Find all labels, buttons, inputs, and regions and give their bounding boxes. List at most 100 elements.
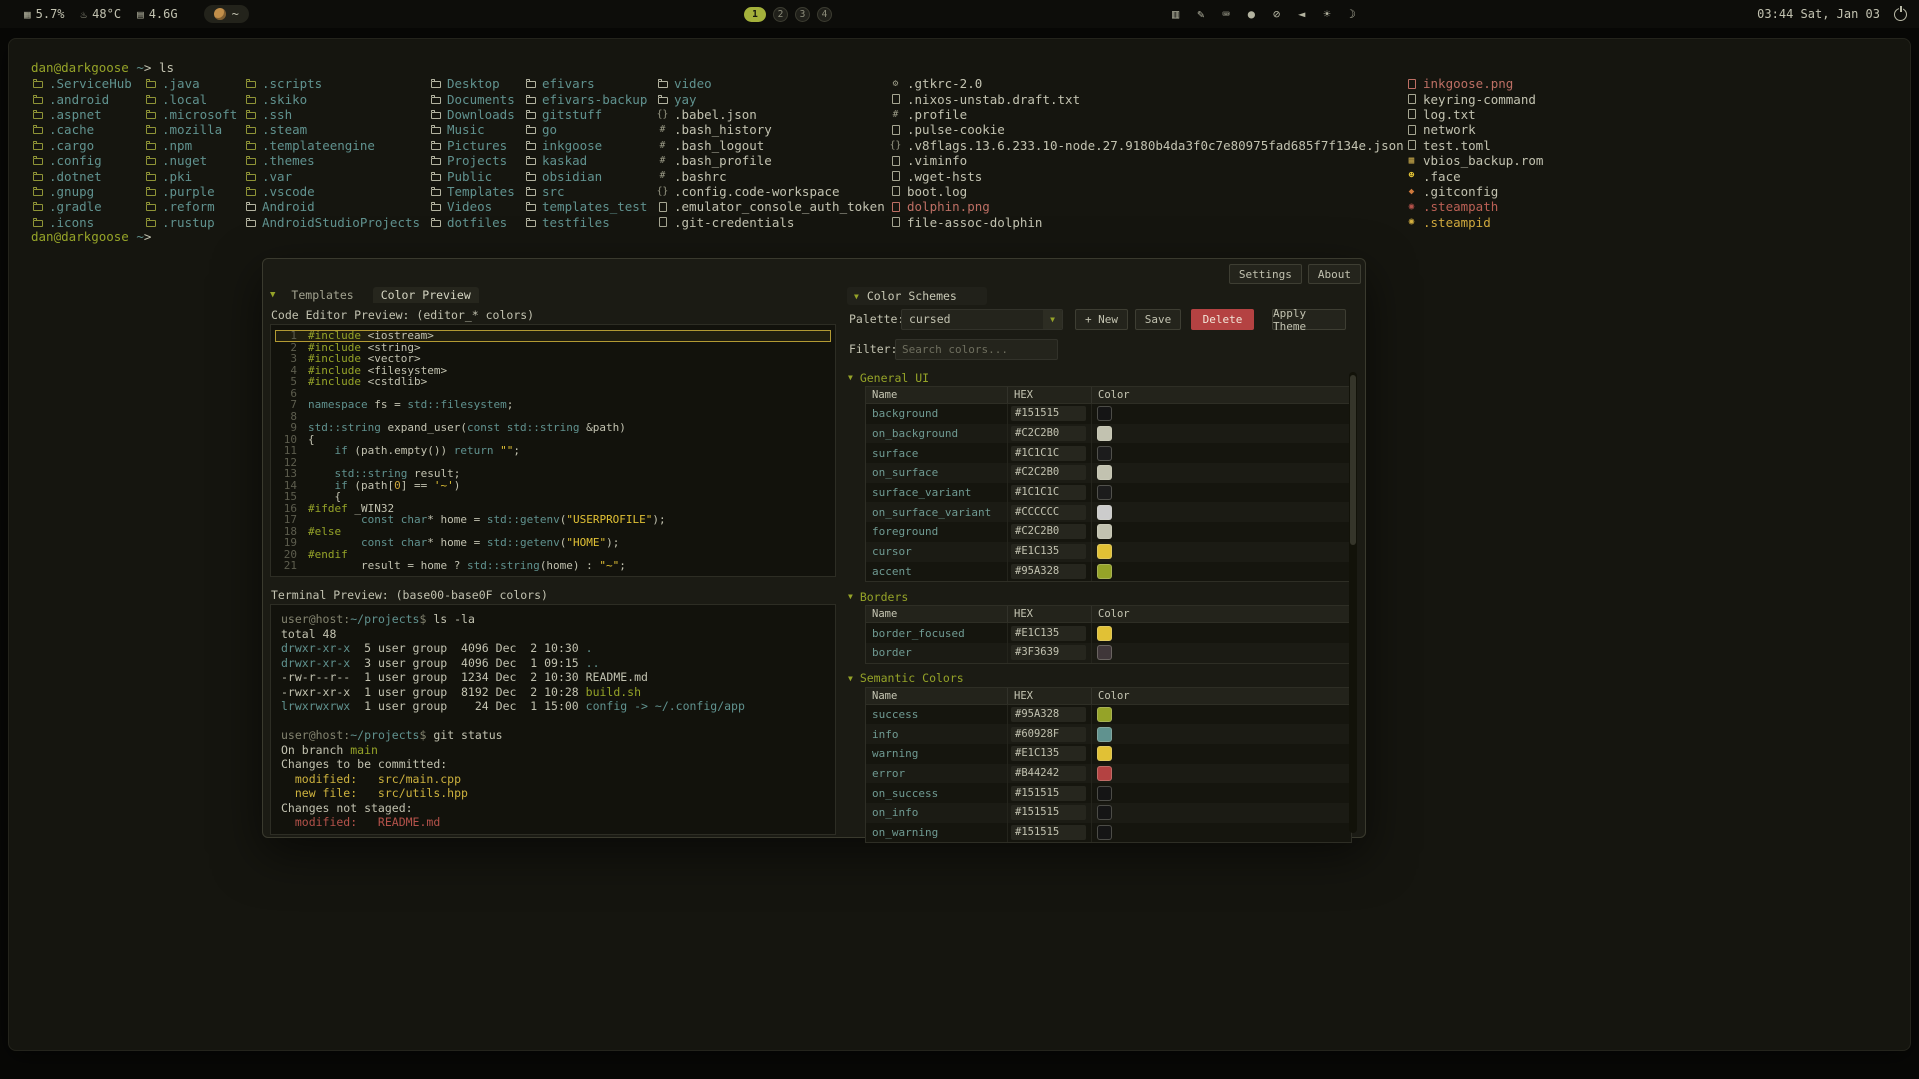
hex-input[interactable]: #151515 [1011, 786, 1086, 801]
tab-list-dropdown-icon[interactable]: ▼ [270, 290, 275, 300]
hex-input[interactable]: #151515 [1011, 825, 1086, 840]
hex-input[interactable]: #E1C135 [1011, 544, 1086, 559]
color-swatch[interactable] [1097, 626, 1112, 641]
section-header-semantic-colors[interactable]: ▼Semantic Colors [843, 671, 1359, 686]
color-swatch[interactable] [1097, 544, 1112, 559]
color-name[interactable]: background [866, 404, 1008, 424]
json-file-icon: {} [656, 187, 669, 197]
save-button[interactable]: Save [1135, 309, 1181, 330]
color-name[interactable]: border [866, 643, 1008, 663]
scrollbar-thumb[interactable] [1350, 375, 1356, 545]
tab-templates[interactable]: Templates [283, 287, 361, 303]
color-name[interactable]: on_warning [866, 823, 1008, 843]
hex-input[interactable]: #B44242 [1011, 766, 1086, 781]
workspace-1[interactable]: 1 [744, 7, 766, 22]
hex-input[interactable]: #151515 [1011, 805, 1086, 820]
hex-input[interactable]: #95A328 [1011, 564, 1086, 579]
folder-icon [244, 172, 257, 181]
dir-item: .skiko [244, 91, 420, 106]
volume-icon[interactable]: ◄ [1298, 7, 1305, 21]
color-schemes-header[interactable]: ▼ Color Schemes [847, 287, 987, 305]
hex-input[interactable]: #E1C135 [1011, 626, 1086, 641]
display-icon[interactable]: ▥ [1172, 7, 1179, 21]
color-swatch[interactable] [1097, 805, 1112, 820]
delete-button[interactable]: Delete [1191, 309, 1254, 330]
hex-input[interactable]: #1C1C1C [1011, 485, 1086, 500]
color-name[interactable]: info [866, 724, 1008, 744]
color-swatch[interactable] [1097, 505, 1112, 520]
hex-input[interactable]: #C2C2B0 [1011, 465, 1086, 480]
search-colors-input[interactable] [895, 339, 1058, 360]
hex-input[interactable]: #3F3639 [1011, 645, 1086, 660]
new-palette-button[interactable]: + New [1075, 309, 1128, 330]
hex-input[interactable]: #E1C135 [1011, 746, 1086, 761]
hex-input[interactable]: #CCCCCC [1011, 505, 1086, 520]
hex-input[interactable]: #C2C2B0 [1011, 524, 1086, 539]
file-name: .cargo [49, 138, 94, 153]
color-swatch[interactable] [1097, 524, 1112, 539]
hex-input[interactable]: #C2C2B0 [1011, 426, 1086, 441]
color-name[interactable]: accent [866, 562, 1008, 582]
color-swatch[interactable] [1097, 766, 1112, 781]
color-swatch[interactable] [1097, 426, 1112, 441]
color-row: on_success#151515 [866, 783, 1351, 803]
workspace-3[interactable]: 3 [795, 7, 810, 22]
color-swatch[interactable] [1097, 746, 1112, 761]
color-name[interactable]: foreground [866, 522, 1008, 542]
color-swatch[interactable] [1097, 446, 1112, 461]
settings-button[interactable]: Settings [1229, 264, 1302, 284]
file-name: .wget-hsts [907, 169, 982, 184]
color-name[interactable]: on_success [866, 783, 1008, 803]
pen-icon[interactable]: ✎ [1197, 7, 1204, 21]
file-name: .rustup [162, 215, 215, 230]
color-name[interactable]: on_surface_variant [866, 502, 1008, 522]
color-name[interactable]: success [866, 705, 1008, 725]
color-swatch[interactable] [1097, 465, 1112, 480]
color-name[interactable]: cursor [866, 542, 1008, 562]
column-header: Name [866, 606, 1008, 622]
hex-input[interactable]: #151515 [1011, 406, 1086, 421]
workspace-2[interactable]: 2 [773, 7, 788, 22]
git-icon: ◆ [1405, 187, 1418, 197]
bell-icon[interactable]: ● [1248, 7, 1255, 21]
section-header-general-ui[interactable]: ▼General UI [843, 370, 1359, 385]
color-name[interactable]: on_info [866, 803, 1008, 823]
workspace-4[interactable]: 4 [817, 7, 832, 22]
mic-off-icon[interactable]: ⊘ [1273, 7, 1280, 21]
file-item: .nixos-unstab.draft.txt [889, 91, 1404, 106]
brightness-icon[interactable]: ☀ [1323, 7, 1330, 21]
color-swatch[interactable] [1097, 406, 1112, 421]
color-name[interactable]: warning [866, 744, 1008, 764]
hex-input[interactable]: #60928F [1011, 727, 1086, 742]
color-swatch[interactable] [1097, 645, 1112, 660]
theme-editor-window[interactable]: Settings About ▼ TemplatesColor Preview … [262, 258, 1366, 838]
power-icon[interactable] [1894, 8, 1907, 21]
night-light-icon[interactable]: ☽ [1349, 7, 1356, 21]
color-name[interactable]: surface_variant [866, 483, 1008, 503]
palette-dropdown[interactable]: cursed ▼ [901, 309, 1063, 330]
scrollbar[interactable] [1349, 372, 1357, 833]
color-swatch[interactable] [1097, 727, 1112, 742]
file-column: ⚙.gtkrc-2.0.nixos-unstab.draft.txt#.prof… [889, 76, 1404, 230]
about-button[interactable]: About [1308, 264, 1361, 284]
section-header-borders[interactable]: ▼Borders [843, 589, 1359, 604]
color-swatch[interactable] [1097, 485, 1112, 500]
color-name[interactable]: on_background [866, 424, 1008, 444]
color-swatch[interactable] [1097, 707, 1112, 722]
clock[interactable]: 03:44 Sat, Jan 03 [1757, 7, 1880, 21]
collapse-arrow-icon: ▼ [848, 592, 853, 601]
color-swatch[interactable] [1097, 825, 1112, 840]
keyboard-icon[interactable]: ⌨ [1222, 7, 1229, 21]
apply-theme-button[interactable]: Apply Theme [1272, 309, 1346, 330]
hex-input[interactable]: #1C1C1C [1011, 446, 1086, 461]
color-swatch[interactable] [1097, 786, 1112, 801]
file-name: .dotnet [49, 169, 102, 184]
color-swatch[interactable] [1097, 564, 1112, 579]
hex-input[interactable]: #95A328 [1011, 707, 1086, 722]
tab-color-preview[interactable]: Color Preview [373, 287, 479, 303]
color-name[interactable]: error [866, 764, 1008, 784]
user-badge[interactable]: ~ [204, 5, 249, 23]
color-name[interactable]: surface [866, 443, 1008, 463]
color-name[interactable]: on_surface [866, 463, 1008, 483]
color-name[interactable]: border_focused [866, 623, 1008, 643]
